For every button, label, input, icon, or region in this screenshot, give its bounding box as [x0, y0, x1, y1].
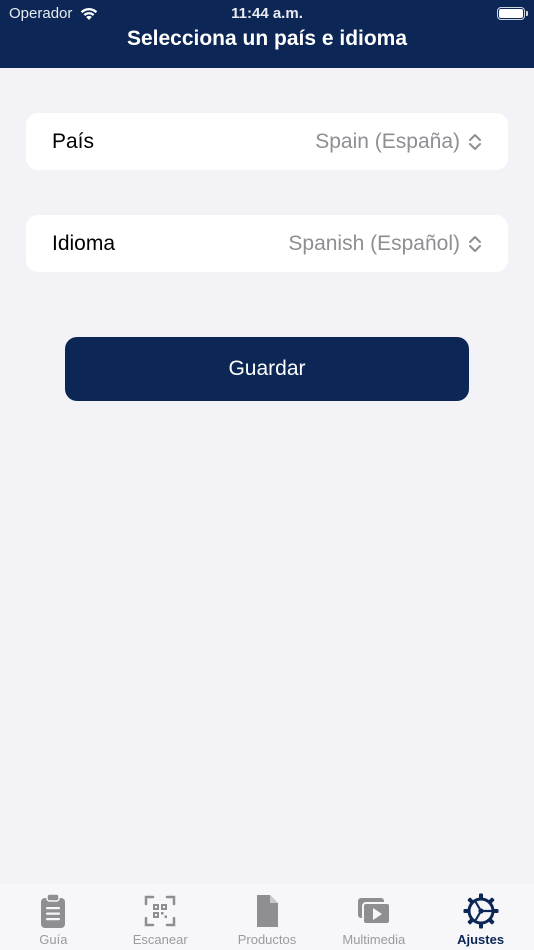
tab-guia[interactable]: Guía: [0, 884, 107, 950]
chevron-up-down-icon: [469, 133, 481, 150]
gear-icon: [463, 893, 499, 929]
tab-multimedia[interactable]: Multimedia: [320, 884, 427, 950]
language-label: Idioma: [52, 231, 116, 255]
header: Operador 11:44 a.m. Selecciona un país e…: [0, 0, 534, 68]
tab-label: Multimedia: [342, 932, 406, 947]
clipboard-icon: [41, 893, 66, 928]
tab-escanear[interactable]: Escanear: [107, 884, 214, 950]
tab-productos[interactable]: Productos: [214, 884, 321, 950]
country-value: Spain (España): [315, 129, 460, 153]
language-selector[interactable]: Idioma Spanish (Español): [26, 215, 508, 272]
country-label: País: [52, 129, 95, 153]
document-icon: [256, 895, 278, 927]
tab-label: Ajustes: [457, 932, 505, 947]
battery-icon: [497, 7, 528, 20]
page-title: Selecciona un país e idioma: [126, 27, 408, 50]
tab-bar: Guía Escanear Productos Multimedia Ajust…: [0, 884, 534, 950]
qr-scan-icon: [144, 895, 176, 927]
country-selector[interactable]: País Spain (España): [26, 113, 508, 170]
language-value-group[interactable]: Spanish (Español): [288, 232, 482, 256]
tab-label: Escanear: [132, 932, 188, 947]
status-bar: Operador 11:44 a.m.: [0, 0, 534, 28]
video-library-icon: [357, 898, 391, 925]
clock: 11:44 a.m.: [231, 5, 303, 22]
language-value: Spanish (Español): [288, 231, 460, 255]
tab-label: Productos: [237, 932, 297, 947]
country-value-group[interactable]: Spain (España): [315, 130, 482, 154]
tab-label: Guía: [39, 932, 68, 947]
chevron-up-down-icon: [469, 235, 481, 252]
tab-ajustes[interactable]: Ajustes: [427, 884, 534, 950]
save-button[interactable]: Guardar: [65, 337, 469, 401]
settings-screen: Operador 11:44 a.m. Selecciona un país e…: [0, 0, 534, 950]
